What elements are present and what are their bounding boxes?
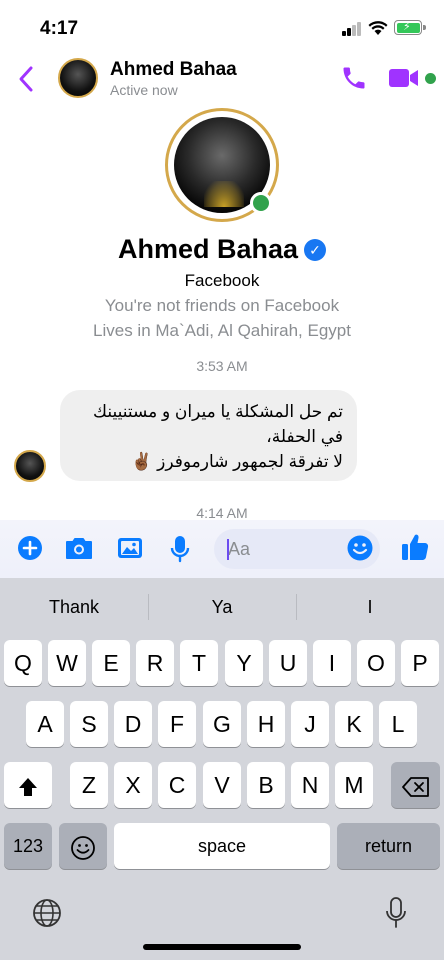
key-k[interactable]: K	[335, 701, 373, 747]
key-h[interactable]: H	[247, 701, 285, 747]
suggestion-item[interactable]: Thank	[0, 592, 148, 622]
key-v[interactable]: V	[203, 762, 241, 808]
profile-name-text: Ahmed Bahaa	[117, 234, 299, 264]
key-w[interactable]: W	[48, 640, 86, 686]
key-a[interactable]: A	[26, 701, 64, 747]
key-d[interactable]: D	[114, 701, 152, 747]
key-f[interactable]: F	[158, 701, 196, 747]
message-line: في الحفلة،	[266, 427, 343, 446]
message-timestamp: 4:14 AM	[196, 505, 248, 521]
space-key[interactable]: space	[114, 823, 330, 869]
video-camera-icon[interactable]	[388, 66, 420, 90]
key-y[interactable]: Y	[225, 640, 263, 686]
profile-location: Lives in Ma`Adi, Al Qahirah, Egypt	[93, 321, 351, 340]
message-timestamp: 3:53 AM	[196, 358, 248, 374]
key-q[interactable]: Q	[4, 640, 42, 686]
phone-icon[interactable]	[340, 64, 368, 92]
emoji-icon[interactable]	[346, 534, 374, 562]
key-z[interactable]: Z	[70, 762, 108, 808]
globe-icon[interactable]	[32, 898, 62, 928]
microphone-icon[interactable]	[168, 534, 192, 564]
message-line: لا تفرقة لجمهور شارموفرز ✌🏾	[131, 452, 343, 471]
back-chevron-icon[interactable]	[16, 64, 36, 94]
online-indicator	[425, 73, 436, 84]
key-p[interactable]: P	[401, 640, 439, 686]
header-avatar[interactable]	[58, 58, 98, 98]
thumbs-up-icon[interactable]	[400, 532, 430, 562]
friend-status: You're not friends on Facebook	[104, 296, 340, 315]
contact-name[interactable]: Ahmed Bahaa	[110, 59, 237, 81]
key-l[interactable]: L	[379, 701, 417, 747]
suggestion-item[interactable]: Ya	[148, 592, 296, 622]
emoji-keyboard-icon	[71, 836, 95, 860]
key-x[interactable]: X	[114, 762, 152, 808]
key-j[interactable]: J	[291, 701, 329, 747]
emoji-keyboard-key[interactable]	[59, 823, 107, 869]
message-composer	[0, 520, 444, 578]
suggestion-item[interactable]: I	[296, 592, 444, 622]
numbers-key[interactable]: 123	[4, 823, 52, 869]
message-bubble[interactable]: تم حل المشكلة يا ميران و مستنيينك في الح…	[60, 390, 357, 481]
sender-avatar[interactable]	[14, 450, 46, 482]
status-bar: 4:17 ⚡	[0, 0, 444, 56]
profile-online-indicator	[250, 192, 272, 214]
dictation-icon[interactable]	[384, 896, 408, 930]
backspace-icon	[401, 777, 429, 797]
keyboard: Thank Ya I Q W E R T Y U I O P A S D F G…	[0, 578, 444, 960]
gallery-icon[interactable]	[116, 534, 144, 562]
camera-icon[interactable]	[64, 534, 94, 562]
key-s[interactable]: S	[70, 701, 108, 747]
text-cursor	[227, 539, 229, 560]
key-i[interactable]: I	[313, 640, 351, 686]
key-n[interactable]: N	[291, 762, 329, 808]
conversation-header: Ahmed Bahaa Active now	[0, 56, 444, 104]
status-time: 4:17	[40, 18, 79, 39]
key-o[interactable]: O	[357, 640, 395, 686]
key-r[interactable]: R	[136, 640, 174, 686]
message-line: تم حل المشكلة يا ميران و مستنيينك	[93, 402, 343, 421]
signal-icon	[342, 22, 362, 36]
key-b[interactable]: B	[247, 762, 285, 808]
shift-icon	[19, 777, 37, 796]
profile-platform: Facebook	[184, 271, 260, 290]
wifi-icon	[368, 21, 388, 35]
key-e[interactable]: E	[92, 640, 130, 686]
battery-icon: ⚡	[394, 20, 426, 35]
key-c[interactable]: C	[158, 762, 196, 808]
key-g[interactable]: G	[203, 701, 241, 747]
shift-key[interactable]	[4, 762, 52, 808]
verified-badge-icon: ✓	[304, 239, 327, 261]
return-key[interactable]: return	[337, 823, 440, 869]
key-u[interactable]: U	[269, 640, 307, 686]
key-t[interactable]: T	[180, 640, 218, 686]
profile-name: Ahmed Bahaa ✓	[0, 234, 444, 265]
key-m[interactable]: M	[335, 762, 373, 808]
plus-icon[interactable]	[16, 534, 44, 562]
backspace-key[interactable]	[391, 762, 440, 808]
home-indicator[interactable]	[143, 944, 301, 950]
active-status: Active now	[110, 82, 178, 98]
